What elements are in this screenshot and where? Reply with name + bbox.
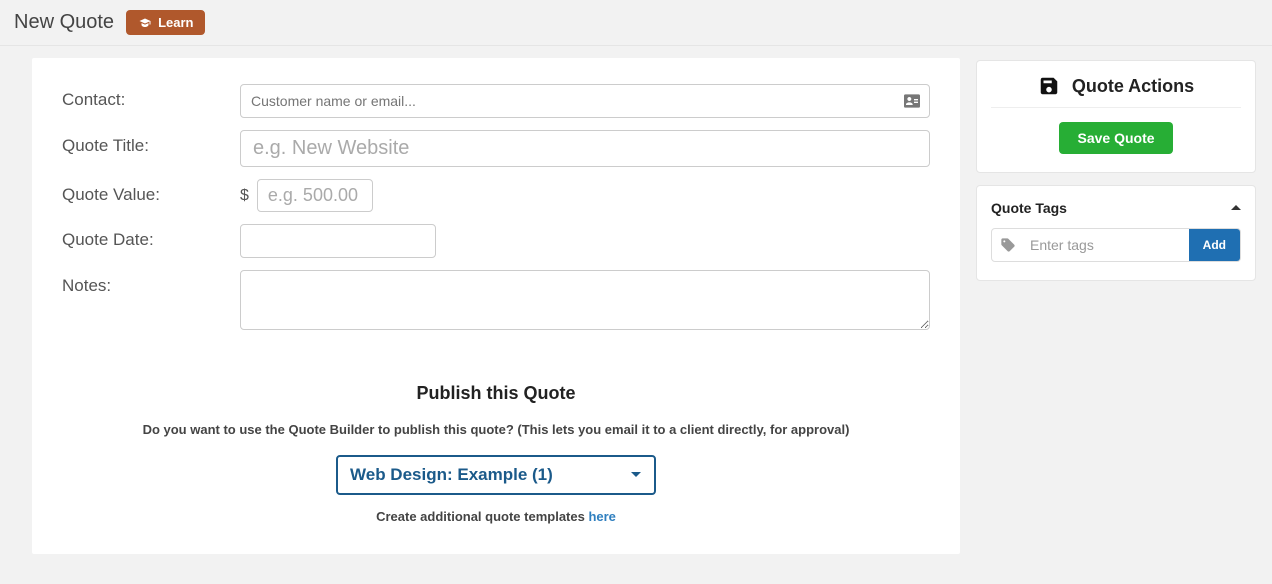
- label-contact: Contact:: [62, 84, 240, 110]
- quote-date-input[interactable]: [240, 224, 436, 258]
- quote-actions-card: Quote Actions Save Quote: [976, 60, 1256, 173]
- main-form-card: Contact: Quote Title: Quote Value: $ Quo…: [32, 58, 960, 554]
- page-title: New Quote: [14, 11, 114, 34]
- label-date: Quote Date:: [62, 224, 240, 250]
- caret-up-icon: [1231, 203, 1241, 213]
- row-contact: Contact:: [62, 84, 930, 118]
- quote-value-input[interactable]: [257, 179, 373, 212]
- quote-tags-title: Quote Tags: [991, 200, 1067, 216]
- row-date: Quote Date:: [62, 224, 930, 258]
- tags-input-row: Add: [991, 228, 1241, 262]
- quote-tags-header[interactable]: Quote Tags: [991, 200, 1241, 216]
- template-select[interactable]: Web Design: Example (1): [336, 455, 656, 495]
- row-value: Quote Value: $: [62, 179, 930, 212]
- learn-button[interactable]: Learn: [126, 10, 205, 35]
- address-card-icon: [904, 94, 920, 108]
- tags-icon: [992, 229, 1024, 261]
- sidebar: Quote Actions Save Quote Quote Tags Add: [976, 60, 1256, 281]
- layout: Contact: Quote Title: Quote Value: $ Quo…: [0, 46, 1272, 584]
- publish-section: Publish this Quote Do you want to use th…: [62, 383, 930, 524]
- row-notes: Notes:: [62, 270, 930, 333]
- row-title: Quote Title:: [62, 130, 930, 167]
- publish-heading: Publish this Quote: [62, 383, 930, 404]
- topbar: New Quote Learn: [0, 0, 1272, 46]
- chevron-down-icon: [630, 469, 642, 481]
- template-selected-label: Web Design: Example (1): [350, 465, 553, 485]
- label-value: Quote Value:: [62, 179, 240, 205]
- label-title: Quote Title:: [62, 130, 240, 156]
- quote-actions-header: Quote Actions: [991, 75, 1241, 108]
- quote-tags-card: Quote Tags Add: [976, 185, 1256, 281]
- add-tag-button[interactable]: Add: [1189, 229, 1240, 261]
- create-prefix: Create additional quote templates: [376, 509, 588, 524]
- quote-actions-title: Quote Actions: [1072, 76, 1194, 97]
- save-quote-button[interactable]: Save Quote: [1059, 122, 1172, 154]
- publish-description: Do you want to use the Quote Builder to …: [62, 422, 930, 437]
- create-templates-link[interactable]: here: [588, 509, 615, 524]
- learn-label: Learn: [158, 15, 193, 30]
- currency-symbol: $: [240, 187, 249, 205]
- label-notes: Notes:: [62, 270, 240, 296]
- quote-title-input[interactable]: [240, 130, 930, 167]
- create-templates-line: Create additional quote templates here: [62, 509, 930, 524]
- contact-input[interactable]: [240, 84, 930, 118]
- graduation-cap-icon: [138, 17, 152, 29]
- save-icon: [1038, 75, 1060, 97]
- notes-textarea[interactable]: [240, 270, 930, 330]
- tags-input[interactable]: [1024, 229, 1189, 261]
